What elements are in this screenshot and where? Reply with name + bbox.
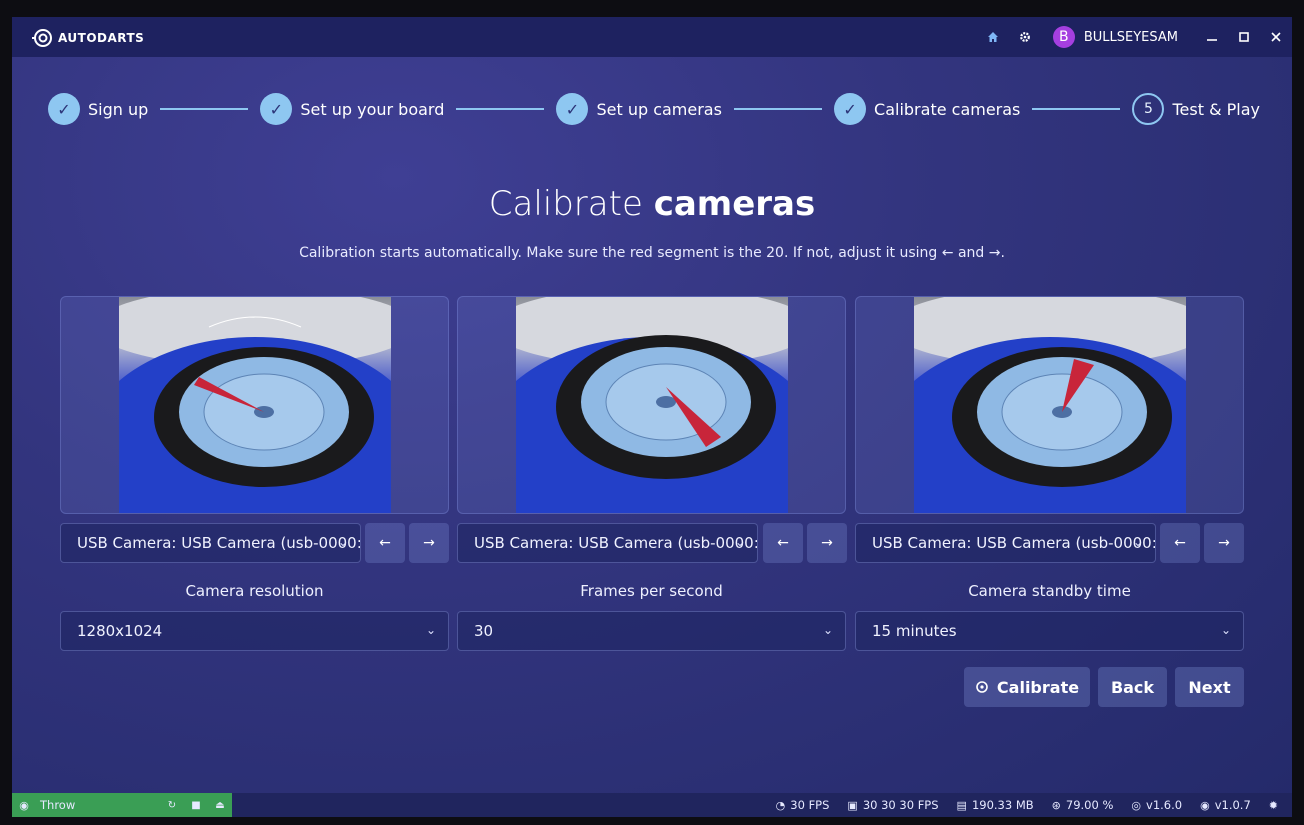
stop-icon[interactable]: ■ [184, 800, 208, 811]
app-window: AUTODARTS B BULLSEYESAM ✓ Sign up ✓ Set … [12, 17, 1292, 817]
chevron-down-icon: ⌄ [425, 623, 436, 637]
minimize-icon[interactable] [1196, 17, 1228, 57]
eye-icon: ◉ [1200, 798, 1210, 812]
checkmark-icon: ✓ [556, 93, 589, 125]
home-icon[interactable] [977, 17, 1009, 57]
chevron-down-icon: ⌄ [337, 535, 348, 549]
camera-select-1[interactable]: USB Camera: USB Camera (usb-0000:01:00.0… [60, 523, 361, 563]
fps-select[interactable]: 30 ⌄ [457, 611, 846, 651]
step-connector [160, 108, 249, 110]
status-bar: ◉ Throw ↻ ■ ⏏ ◔ 30 FPS ▣ 30 30 30 FPS ▤ … [12, 793, 1292, 817]
arrow-left-icon: ← [777, 535, 789, 551]
page-title: Calibrate cameras [488, 184, 816, 224]
resolution-select[interactable]: 1280x1024 ⌄ [60, 611, 449, 651]
arrow-right-icon: → [821, 535, 833, 551]
username[interactable]: BULLSEYESAM [1084, 30, 1178, 45]
step-test-play[interactable]: 5 Test & Play [1132, 93, 1260, 125]
standby-label: Camera standby time [968, 582, 1131, 600]
checkmark-icon: ✓ [48, 93, 80, 125]
camera-image-1 [119, 297, 391, 513]
back-button[interactable]: Back [1098, 667, 1167, 707]
step-label: Sign up [88, 99, 149, 119]
camera-icon: ▣ [847, 798, 858, 812]
step-label: Set up cameras [596, 99, 722, 119]
rotate-left-button-1[interactable]: ← [365, 523, 405, 563]
arrow-left-icon: ← [1174, 535, 1186, 551]
target-logo-icon [32, 29, 52, 47]
step-calibrate-cameras[interactable]: ✓ Calibrate cameras [834, 93, 1020, 125]
checkmark-icon: ✓ [260, 93, 293, 125]
cpu-stat: ⊛ 79.00 % [1051, 798, 1114, 812]
camera-view-1[interactable] [60, 296, 449, 514]
memory-stat: ▤ 190.33 MB [956, 798, 1034, 812]
chevron-down-icon: ⌄ [822, 623, 833, 637]
speedometer-icon: ◔ [775, 798, 786, 812]
step-connector [1032, 108, 1121, 110]
arrow-right-icon: → [423, 535, 435, 551]
target-icon: ◎ [1131, 798, 1142, 812]
step-connector [733, 108, 823, 110]
avatar[interactable]: B [1052, 26, 1075, 48]
gear-icon[interactable] [1009, 17, 1041, 57]
page-subtitle: Calibration starts automatically. Make s… [299, 245, 1005, 261]
progress-stepper: ✓ Sign up ✓ Set up your board ✓ Set up c… [48, 93, 1260, 125]
restart-icon[interactable]: ↻ [160, 800, 184, 811]
camera-view-2[interactable] [457, 296, 846, 514]
rotate-left-button-2[interactable]: ← [763, 523, 803, 563]
camera-fps-stat: ▣ 30 30 30 FPS [847, 798, 939, 812]
calibrate-button[interactable]: Calibrate [964, 667, 1090, 707]
crosshair-icon [976, 681, 988, 693]
app-version-stat: ◉ v1.0.7 [1200, 798, 1251, 812]
chevron-down-icon: ⌄ [1132, 535, 1143, 549]
close-icon[interactable] [1260, 17, 1292, 57]
rotate-right-button-1[interactable]: → [409, 523, 449, 563]
next-button[interactable]: Next [1175, 667, 1244, 707]
gear-icon[interactable]: ✹ [1269, 799, 1278, 812]
fps-label: Frames per second [580, 582, 723, 600]
eject-icon[interactable]: ⏏ [208, 800, 232, 811]
rotate-right-button-2[interactable]: → [807, 523, 847, 563]
chevron-down-icon: ⌄ [1220, 623, 1231, 637]
step-label: Set up your board [300, 99, 445, 119]
checkmark-icon: ✓ [834, 93, 867, 125]
throw-status: ◉ Throw ↻ ■ ⏏ [12, 793, 232, 817]
step-number: 5 [1132, 93, 1165, 125]
rotate-right-button-3[interactable]: → [1204, 523, 1244, 563]
app-logo[interactable]: AUTODARTS [32, 27, 144, 49]
standby-select[interactable]: 15 minutes ⌄ [855, 611, 1244, 651]
title-bar: AUTODARTS B BULLSEYESAM [12, 17, 1292, 57]
board-version-stat: ◎ v1.6.0 [1131, 798, 1183, 812]
fps-stat: ◔ 30 FPS [775, 798, 830, 812]
step-connector [456, 108, 545, 110]
eye-icon: ◉ [19, 798, 29, 812]
step-label: Test & Play [1172, 99, 1260, 119]
app-title: AUTODARTS [58, 31, 145, 45]
chevron-down-icon: ⌄ [734, 535, 745, 549]
camera-select-3[interactable]: USB Camera: USB Camera (usb-0000:01:00.0… [855, 523, 1156, 563]
camera-view-3[interactable] [855, 296, 1244, 514]
resolution-label: Camera resolution [185, 582, 324, 600]
cpu-icon: ⊛ [1051, 798, 1061, 812]
step-set-up-board[interactable]: ✓ Set up your board [260, 93, 444, 125]
camera-select-2[interactable]: USB Camera: USB Camera (usb-0000:01:00.0… [457, 523, 758, 563]
arrow-left-icon: ← [379, 535, 391, 551]
arrow-right-icon: → [1218, 535, 1230, 551]
step-sign-up[interactable]: ✓ Sign up [48, 93, 148, 125]
step-set-up-cameras[interactable]: ✓ Set up cameras [556, 93, 722, 125]
camera-image-2 [516, 297, 788, 513]
rotate-left-button-3[interactable]: ← [1160, 523, 1200, 563]
step-label: Calibrate cameras [874, 99, 1021, 119]
camera-image-3 [914, 297, 1186, 513]
maximize-icon[interactable] [1228, 17, 1260, 57]
memory-icon: ▤ [956, 798, 967, 812]
